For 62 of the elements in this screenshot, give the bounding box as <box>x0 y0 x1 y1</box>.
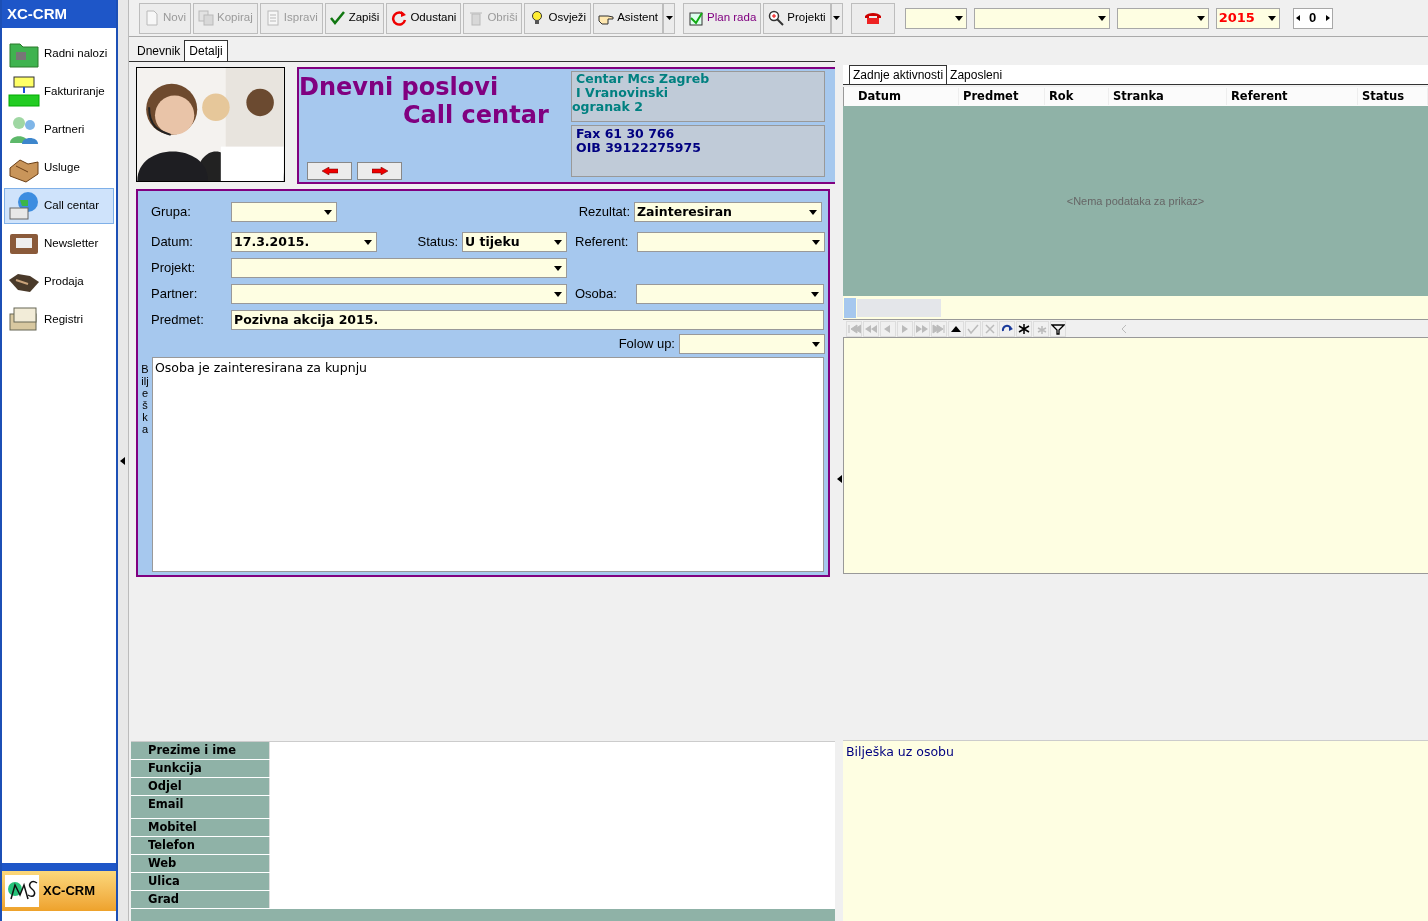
field-label: Prezime i ime <box>147 742 237 759</box>
field-label: Web <box>147 855 178 872</box>
tab[interactable]: Zaposleni <box>947 66 1006 84</box>
sidebar-item[interactable]: Fakturiranje <box>4 74 114 110</box>
app-switcher[interactable]: XC-CRM <box>2 871 116 911</box>
empty-message: <Nema podataka za prikaz> <box>1066 193 1205 209</box>
person-note-field[interactable]: Bilješka uz osobu <box>843 740 1428 921</box>
field-label: Ulica <box>147 873 181 890</box>
field-label: Mobitel <box>147 819 198 836</box>
dropdown-field[interactable]: 17.3.2015. <box>231 232 377 252</box>
toolbar-button[interactable]: Plan rada <box>683 2 762 34</box>
toolbar-button[interactable]: Asistent <box>593 2 664 34</box>
counter-spinner[interactable]: 0 <box>1292 7 1333 29</box>
sidebar-item[interactable]: Partneri <box>4 112 114 148</box>
tab[interactable]: Dnevnik <box>133 41 185 61</box>
sidebar-item[interactable]: Registri <box>4 302 114 338</box>
toolbar-button[interactable]: Projekti <box>763 2 831 34</box>
page-title: Dnevni poslovi <box>299 73 500 101</box>
field-label: Grupa: <box>150 203 192 222</box>
app-title: XC-CRM <box>2 0 116 28</box>
field-label: Grad <box>147 891 181 908</box>
column-header[interactable]: Rok <box>1045 87 1109 106</box>
field-label: Predmet: <box>150 311 205 330</box>
filter-dropdown[interactable]: 2015 <box>1215 7 1280 29</box>
address-line: I Vranovinski <box>575 86 669 100</box>
field-label: Datum: <box>150 233 194 252</box>
sidebar-item[interactable]: Usluge <box>4 150 114 186</box>
address-line: ogranak 2 <box>572 100 644 114</box>
dropdown-field[interactable]: Zainteresiran <box>634 202 822 222</box>
field-label: Folow up: <box>617 335 676 354</box>
tab[interactable]: Detalji <box>184 40 228 61</box>
toolbar-button[interactable]: Osvježi <box>524 2 592 34</box>
sidebar-item[interactable]: Newsletter <box>4 226 114 262</box>
column-header[interactable]: Predmet <box>959 87 1045 106</box>
page-subtitle: Call centar <box>402 101 550 129</box>
field-label: Email <box>147 796 185 813</box>
field-label: Funkcija <box>147 760 203 777</box>
column-header[interactable]: Datum <box>844 87 959 106</box>
field-label: Projekt: <box>150 259 197 278</box>
column-header[interactable]: Status <box>1358 87 1428 106</box>
contact-line: Fax 61 30 766 <box>576 127 676 141</box>
tab[interactable]: Zadnje aktivnosti <box>849 65 948 84</box>
dropdown-field[interactable]: U tijeku <box>462 232 567 252</box>
field-label: Rezultat: <box>577 203 631 222</box>
field-label: Status: <box>416 233 459 252</box>
sidebar-item[interactable]: Radni nalozi <box>4 36 114 72</box>
sidebar-item[interactable]: Call centar <box>4 188 114 224</box>
address-line: Centar Mcs Zagreb <box>575 72 711 86</box>
text-field[interactable]: Pozivna akcija 2015. <box>231 310 824 330</box>
column-header[interactable]: Stranka <box>1109 87 1227 106</box>
toolbar-button[interactable]: Odustani <box>386 2 462 34</box>
column-header[interactable]: Referent <box>1227 87 1358 106</box>
field-label: Telefon <box>147 837 196 854</box>
field-label: Partner: <box>150 285 199 304</box>
contact-line: OIB 39122275975 <box>576 141 702 155</box>
field-label: Odjel <box>147 778 183 795</box>
note-field[interactable]: Osoba je zainteresirana za kupnju <box>152 357 824 572</box>
note-label: Bilješka <box>141 363 149 436</box>
field-label: Osoba: <box>574 285 618 304</box>
field-label: Referent: <box>574 233 630 252</box>
sidebar-item[interactable]: Prodaja <box>4 264 114 300</box>
toolbar-button[interactable]: Zapiši <box>324 2 385 34</box>
